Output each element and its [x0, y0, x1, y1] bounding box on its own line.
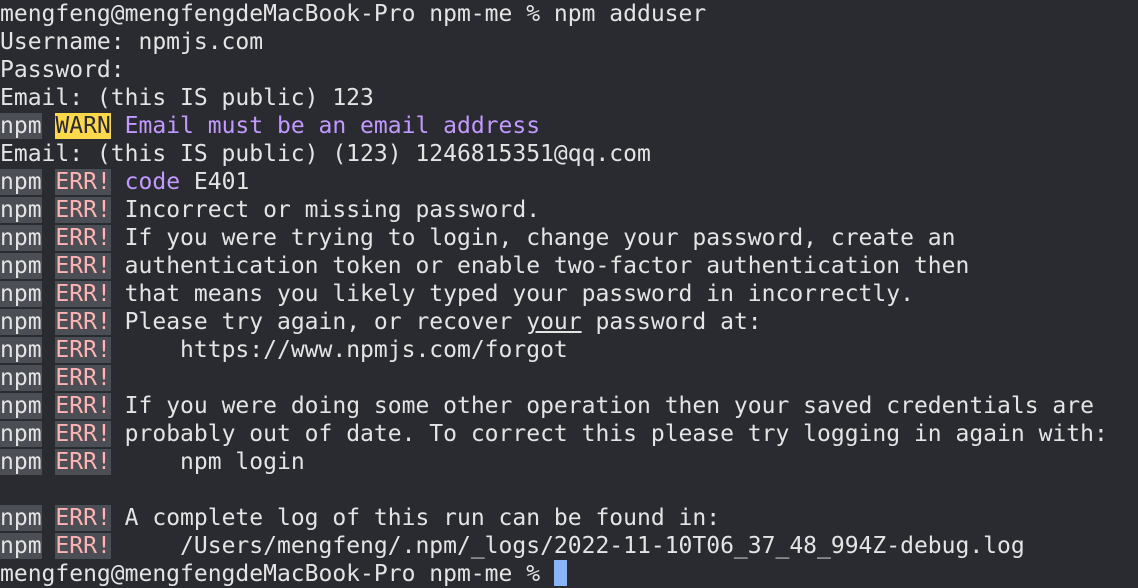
npm-label: npm — [0, 113, 42, 139]
err-line: npm ERR! If you were doing some other op… — [0, 392, 1138, 420]
err-text: Incorrect or missing password. — [124, 197, 541, 223]
npm-label: npm — [0, 421, 42, 447]
err-line: npm ERR! Please try again, or recover yo… — [0, 308, 1138, 336]
npm-label: npm — [0, 169, 42, 195]
err-badge: ERR! — [55, 505, 111, 531]
email-line: Email: (this IS public) (123) 1246815351… — [0, 141, 651, 167]
err-code-value: E401 — [193, 169, 250, 195]
err-text: probably out of date. To correct this pl… — [124, 421, 1108, 447]
err-text: that means you likely typed your passwor… — [124, 281, 914, 307]
err-badge: ERR! — [55, 365, 111, 391]
err-badge: ERR! — [55, 169, 111, 195]
err-badge: ERR! — [55, 281, 111, 307]
npm-label: npm — [0, 365, 42, 391]
err-badge: ERR! — [55, 225, 111, 251]
password-line: Password: — [0, 57, 125, 83]
npm-label: npm — [0, 197, 42, 223]
terminal-window[interactable]: mengfeng@mengfengdeMacBook-Pro npm-me % … — [0, 0, 1138, 588]
err-line: npm ERR! A complete log of this run can … — [0, 504, 1138, 532]
err-text: A complete log of this run can be found … — [124, 505, 721, 531]
email-line: Email: (this IS public) 123 — [0, 85, 374, 111]
npm-label: npm — [0, 337, 42, 363]
npm-label: npm — [0, 253, 42, 279]
err-badge: ERR! — [55, 449, 111, 475]
prompt-line: mengfeng@mengfengdeMacBook-Pro npm-me % … — [0, 1, 707, 27]
err-text: authentication token or enable two-facto… — [124, 253, 970, 279]
err-badge: ERR! — [55, 337, 111, 363]
err-line: npm ERR! If you were trying to login, ch… — [0, 224, 1138, 252]
npm-label: npm — [0, 309, 42, 335]
err-line: npm ERR! Incorrect or missing password. — [0, 196, 1138, 224]
err-line: npm ERR! authentication token or enable … — [0, 252, 1138, 280]
err-badge: ERR! — [55, 253, 111, 279]
err-text: Please try again, or recover — [124, 309, 527, 335]
err-text: password at: — [581, 309, 762, 335]
warn-badge: WARN — [55, 113, 111, 139]
npm-label: npm — [0, 533, 42, 559]
forgot-url[interactable]: https://www.npmjs.com/forgot — [125, 337, 568, 363]
err-line: npm ERR! code E401 — [0, 168, 1138, 196]
err-badge: ERR! — [55, 421, 111, 447]
username-line: Username: npmjs.com — [0, 29, 264, 55]
err-text-underlined: your — [526, 309, 582, 335]
err-text: If you were trying to login, change your… — [124, 225, 956, 251]
cursor-block — [553, 560, 567, 586]
prompt-text: mengfeng@mengfengdeMacBook-Pro npm-me % — [0, 561, 554, 587]
warn-message: Email must be an email address — [124, 113, 541, 139]
err-code-word: code — [124, 169, 181, 195]
npm-label: npm — [0, 393, 42, 419]
err-line: npm ERR! /Users/mengfeng/.npm/_logs/2022… — [0, 532, 1138, 560]
err-line: npm ERR! https://www.npmjs.com/forgot — [0, 336, 1138, 364]
err-line: npm ERR! npm login — [0, 448, 1138, 476]
npm-label: npm — [0, 449, 42, 475]
err-line: npm ERR! that means you likely typed you… — [0, 280, 1138, 308]
err-line: npm ERR! probably out of date. To correc… — [0, 420, 1138, 448]
err-badge: ERR! — [55, 309, 111, 335]
prompt-line[interactable]: mengfeng@mengfengdeMacBook-Pro npm-me % — [0, 560, 1138, 588]
npm-label: npm — [0, 225, 42, 251]
log-path[interactable]: /Users/mengfeng/.npm/_logs/2022-11-10T06… — [125, 533, 1025, 559]
err-badge: ERR! — [55, 533, 111, 559]
npm-label: npm — [0, 505, 42, 531]
err-line: npm ERR! — [0, 364, 1138, 392]
warn-line: npm WARN Email must be an email address — [0, 112, 1138, 140]
err-text: If you were doing some other operation t… — [124, 393, 1094, 419]
err-badge: ERR! — [55, 393, 111, 419]
npm-label: npm — [0, 281, 42, 307]
err-text: npm login — [124, 449, 305, 475]
err-badge: ERR! — [55, 197, 111, 223]
